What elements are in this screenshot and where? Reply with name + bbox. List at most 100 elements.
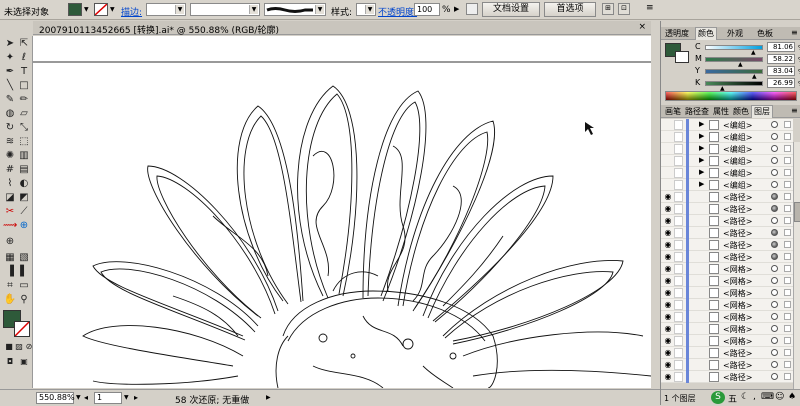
graph-tool-icon[interactable]: ▥ bbox=[17, 150, 31, 162]
layer-row[interactable]: ◉ <网格> bbox=[661, 275, 793, 287]
rotate-tool-icon[interactable]: ↻ bbox=[3, 122, 17, 134]
layer-name[interactable]: <路径> bbox=[723, 252, 752, 263]
opacity-label[interactable]: 不透明度: bbox=[378, 5, 417, 18]
lock-toggle[interactable] bbox=[674, 180, 683, 190]
artboard-canvas[interactable] bbox=[33, 36, 651, 388]
next-page-icon[interactable]: ▸ bbox=[134, 393, 138, 402]
layer-name[interactable]: <路径> bbox=[723, 348, 752, 359]
layer-name[interactable]: <路径> bbox=[723, 204, 752, 215]
lock-toggle[interactable] bbox=[674, 204, 683, 214]
layer-row[interactable]: ◉ <路径> bbox=[661, 371, 793, 383]
magic-wand-tool-icon[interactable]: ✦ bbox=[3, 52, 17, 64]
selection-square[interactable] bbox=[784, 241, 791, 248]
layer-row[interactable]: ◉ <网格> bbox=[661, 311, 793, 323]
selection-square[interactable] bbox=[784, 169, 791, 176]
target-circle-icon[interactable] bbox=[771, 145, 778, 152]
eye-icon[interactable]: ◉ bbox=[663, 252, 673, 262]
opacity-dropdown-icon[interactable]: ▶ bbox=[454, 5, 459, 13]
target-circle-icon[interactable] bbox=[771, 337, 778, 344]
eye-icon[interactable]: ◉ bbox=[663, 240, 673, 250]
column-graph-icon[interactable]: ▐ bbox=[3, 266, 17, 278]
layer-row[interactable]: ◉ <路径> bbox=[661, 347, 793, 359]
lock-toggle[interactable] bbox=[674, 192, 683, 202]
ime-skin-icon[interactable]: ♠ bbox=[788, 392, 796, 402]
layer-name[interactable]: <路径> bbox=[723, 192, 752, 203]
status-menu-icon[interactable]: ▶ bbox=[266, 394, 271, 401]
eye-icon[interactable]: ◉ bbox=[663, 300, 673, 310]
lock-toggle[interactable] bbox=[674, 168, 683, 178]
slice-tool-icon[interactable]: ▧ bbox=[17, 252, 31, 264]
ime-punct-icon[interactable]: , bbox=[753, 392, 756, 402]
layer-name[interactable]: <编组> bbox=[723, 120, 752, 131]
selection-square[interactable] bbox=[784, 205, 791, 212]
target-circle-icon[interactable] bbox=[771, 133, 778, 140]
lock-toggle[interactable] bbox=[674, 132, 683, 142]
layer-name[interactable]: <编组> bbox=[723, 168, 752, 179]
preferences-button[interactable]: 首选项 bbox=[544, 2, 596, 17]
target-circle-icon[interactable] bbox=[771, 289, 778, 296]
lock-toggle[interactable] bbox=[674, 216, 683, 226]
layer-row[interactable]: ▶ <编组> bbox=[661, 167, 793, 179]
close-icon[interactable]: × bbox=[638, 22, 646, 32]
lock-toggle[interactable] bbox=[674, 276, 683, 286]
target-circle-icon[interactable] bbox=[771, 277, 778, 284]
layer-name[interactable]: <路径> bbox=[723, 216, 752, 227]
eye-hidden-icon[interactable] bbox=[663, 132, 673, 142]
selection-square[interactable] bbox=[784, 145, 791, 152]
layer-name[interactable]: <网格> bbox=[723, 312, 752, 323]
layer-name[interactable]: <路径> bbox=[723, 372, 752, 383]
expand-triangle-icon[interactable]: ▶ bbox=[699, 132, 704, 140]
target-circle-icon[interactable] bbox=[771, 169, 778, 176]
opacity-input[interactable]: 100 bbox=[414, 3, 440, 16]
scale-tool-icon[interactable]: ⤡ bbox=[17, 122, 31, 134]
selection-square[interactable] bbox=[784, 229, 791, 236]
selection-square[interactable] bbox=[784, 133, 791, 140]
tab-transparency[interactable]: 透明度 bbox=[663, 28, 691, 39]
recolor-icon[interactable] bbox=[466, 3, 478, 15]
cyan-value[interactable]: 81.06 bbox=[767, 42, 795, 52]
target-circle-icon[interactable] bbox=[771, 241, 778, 248]
layer-row[interactable]: ◉ <网格> bbox=[661, 323, 793, 335]
page-field[interactable]: 1 bbox=[94, 392, 122, 404]
current-stroke-swatch[interactable] bbox=[675, 51, 689, 63]
layer-name[interactable]: <编组> bbox=[723, 180, 752, 191]
document-tab[interactable]: 2007910113452665 [转换].ai* @ 550.88% (RGB… bbox=[33, 21, 651, 36]
target-circle-icon[interactable] bbox=[771, 217, 778, 224]
eraser-tool-icon[interactable]: ▱ bbox=[17, 108, 31, 120]
panel-menu-icon[interactable]: ≡ bbox=[791, 28, 798, 37]
selection-square[interactable] bbox=[784, 121, 791, 128]
layer-row[interactable]: ◉ <路径> bbox=[661, 191, 793, 203]
slice-select-icon[interactable]: ⌗ bbox=[3, 280, 17, 292]
selection-square[interactable] bbox=[784, 361, 791, 368]
stroke-color-box[interactable] bbox=[14, 321, 30, 337]
lock-toggle[interactable] bbox=[674, 348, 683, 358]
eye-icon[interactable]: ◉ bbox=[663, 228, 673, 238]
stroke-dropdown-icon[interactable]: ▼ bbox=[110, 6, 115, 13]
target-circle-icon[interactable] bbox=[771, 229, 778, 236]
layer-row[interactable]: ▶ <编组> bbox=[661, 179, 793, 191]
magenta-track[interactable] bbox=[705, 57, 763, 62]
page-dropdown-icon[interactable]: ▼ bbox=[124, 394, 129, 401]
selection-square[interactable] bbox=[784, 157, 791, 164]
layer-name[interactable]: <网格> bbox=[723, 288, 752, 299]
screen-mode-icon[interactable]: ▣ bbox=[17, 356, 31, 368]
lock-toggle[interactable] bbox=[674, 156, 683, 166]
black-track[interactable] bbox=[705, 81, 763, 86]
eye-icon[interactable]: ◉ bbox=[663, 276, 673, 286]
tab-brushes[interactable]: 画笔 bbox=[663, 106, 683, 117]
lock-toggle[interactable] bbox=[674, 372, 683, 382]
layer-row[interactable]: ◉ <网格> bbox=[661, 287, 793, 299]
selection-square[interactable] bbox=[784, 217, 791, 224]
eye-icon[interactable]: ◉ bbox=[663, 372, 673, 382]
blob-brush-tool-icon[interactable]: ◍ bbox=[3, 108, 17, 120]
lasso-tool-icon[interactable]: ℓ bbox=[17, 52, 31, 64]
line-tool-icon[interactable]: ╲ bbox=[3, 80, 17, 92]
pen-tool-icon[interactable]: ✒ bbox=[3, 66, 17, 78]
expand-triangle-icon[interactable]: ▶ bbox=[699, 120, 704, 128]
brush-stroke-select[interactable]: ▼ bbox=[264, 3, 326, 16]
print-tiling-icon[interactable]: ▭ bbox=[17, 280, 31, 292]
layer-name[interactable]: <编组> bbox=[723, 156, 752, 167]
target-circle-icon[interactable] bbox=[771, 361, 778, 368]
target-circle-icon[interactable] bbox=[771, 193, 778, 200]
ime-moon-icon[interactable]: ☾ bbox=[741, 392, 749, 402]
